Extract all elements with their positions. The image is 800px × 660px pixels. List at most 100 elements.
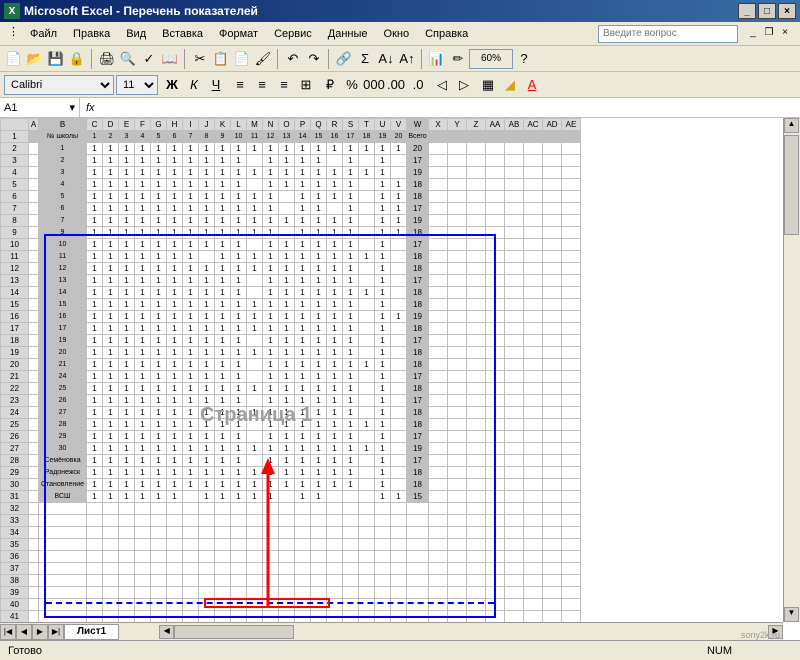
sort-desc-icon[interactable]: A↑ [397,49,417,69]
data-cell[interactable]: 1 [167,419,183,431]
data-cell[interactable]: 1 [215,299,231,311]
data-cell[interactable]: 1 [215,431,231,443]
select-all-corner[interactable] [1,119,29,131]
data-cell[interactable]: 1 [263,395,279,407]
cell[interactable] [87,611,103,623]
data-cell[interactable]: 1 [135,191,151,203]
cell[interactable] [87,515,103,527]
data-cell[interactable]: 1 [119,275,135,287]
cell[interactable] [505,539,524,551]
cell[interactable] [429,311,448,323]
cell[interactable] [29,467,39,479]
cell[interactable] [562,443,581,455]
cell[interactable] [505,611,524,623]
cell[interactable] [524,179,543,191]
cell[interactable] [448,551,467,563]
data-cell[interactable]: 1 [263,455,279,467]
data-cell[interactable]: 1 [215,167,231,179]
col-header-F[interactable]: F [135,119,151,131]
school-label[interactable]: ВСШ [39,491,87,503]
cell[interactable] [543,551,562,563]
data-cell[interactable] [391,359,407,371]
cell[interactable] [29,443,39,455]
data-cell[interactable]: 1 [199,491,215,503]
cell[interactable] [135,503,151,515]
cell[interactable] [448,239,467,251]
data-cell[interactable]: 1 [199,203,215,215]
data-cell[interactable]: 1 [103,431,119,443]
merge-icon[interactable]: ⊞ [296,75,316,95]
cell[interactable] [327,539,343,551]
data-cell[interactable]: 1 [231,371,247,383]
data-cell[interactable]: 1 [247,479,263,491]
data-cell[interactable]: 1 [279,431,295,443]
menu-tools[interactable]: Сервис [266,26,320,42]
data-cell[interactable] [391,323,407,335]
data-cell[interactable]: 1 [279,239,295,251]
cell[interactable] [448,407,467,419]
cell[interactable] [327,611,343,623]
data-cell[interactable]: 1 [103,347,119,359]
data-cell[interactable]: 1 [279,479,295,491]
total-cell[interactable]: 17 [407,431,429,443]
cell[interactable] [467,347,486,359]
font-select[interactable]: Calibri [4,75,114,95]
data-cell[interactable]: 1 [295,491,311,503]
cell[interactable] [135,539,151,551]
data-cell[interactable]: 1 [311,299,327,311]
data-cell[interactable]: 1 [151,263,167,275]
row-header-41[interactable]: 41 [1,611,29,623]
scroll-thumb-h[interactable] [174,625,294,639]
data-cell[interactable]: 1 [263,143,279,155]
cell[interactable] [295,587,311,599]
cell[interactable] [467,167,486,179]
menu-help[interactable]: Справка [417,26,476,42]
cell[interactable] [562,155,581,167]
data-cell[interactable]: 1 [327,347,343,359]
data-cell[interactable]: 1 [103,455,119,467]
data-cell[interactable]: 1 [247,203,263,215]
data-cell[interactable]: 1 [279,167,295,179]
data-cell[interactable]: 1 [167,263,183,275]
cell[interactable] [429,299,448,311]
cell[interactable] [231,563,247,575]
permission-icon[interactable]: 🔒 [67,49,87,69]
minimize-button[interactable]: _ [738,3,756,19]
bold-icon[interactable]: Ж [162,75,182,95]
increase-decimal-icon[interactable]: .00 [386,75,406,95]
data-cell[interactable]: 1 [215,311,231,323]
data-cell[interactable]: 1 [119,383,135,395]
header-cell[interactable]: 3 [119,131,135,143]
cell[interactable] [263,527,279,539]
row-header-23[interactable]: 23 [1,395,29,407]
data-cell[interactable] [391,431,407,443]
cell[interactable] [505,515,524,527]
data-cell[interactable]: 1 [199,395,215,407]
cell[interactable] [119,587,135,599]
cell[interactable] [505,311,524,323]
cell[interactable] [505,599,524,611]
cell[interactable] [505,251,524,263]
data-cell[interactable]: 1 [343,227,359,239]
data-cell[interactable]: 1 [279,299,295,311]
data-cell[interactable]: 1 [151,191,167,203]
cell[interactable] [543,239,562,251]
data-cell[interactable]: 1 [151,467,167,479]
cell[interactable] [29,311,39,323]
cell[interactable] [119,527,135,539]
data-cell[interactable]: 1 [135,239,151,251]
cell[interactable] [448,227,467,239]
data-cell[interactable]: 1 [263,263,279,275]
currency-icon[interactable]: ₽ [320,75,340,95]
cell[interactable] [375,539,391,551]
cell[interactable] [524,215,543,227]
data-cell[interactable]: 1 [87,167,103,179]
cell[interactable] [562,299,581,311]
data-cell[interactable]: 1 [135,215,151,227]
data-cell[interactable]: 1 [119,143,135,155]
cell[interactable] [119,599,135,611]
data-cell[interactable]: 1 [119,479,135,491]
cell[interactable] [429,203,448,215]
cell[interactable] [562,503,581,515]
total-cell[interactable]: 15 [407,491,429,503]
